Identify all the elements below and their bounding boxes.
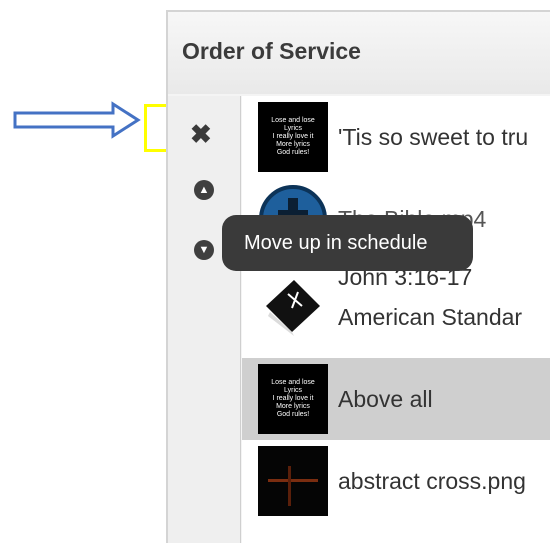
- order-of-service-panel: Order of Service Lose and lose Lyrics I …: [166, 10, 550, 543]
- item-label: abstract cross.png: [338, 468, 526, 494]
- item-sublabel: American Standar: [338, 304, 523, 330]
- move-down-button[interactable]: ▼: [194, 240, 214, 260]
- service-list: Lose and lose Lyrics I really love it Mo…: [242, 96, 550, 543]
- lyrics-thumbnail: Lose and lose Lyrics I really love it Mo…: [258, 102, 328, 172]
- remove-button[interactable]: ✖: [190, 119, 212, 150]
- list-item-selected[interactable]: Lose and lose Lyrics I really love it Mo…: [242, 358, 550, 440]
- lyrics-thumbnail: Lose and lose Lyrics I really love it Mo…: [258, 364, 328, 434]
- image-thumbnail: [258, 446, 328, 516]
- panel-title: Order of Service: [182, 38, 361, 64]
- bible-icon: [266, 280, 320, 336]
- list-item[interactable]: Lose and lose Lyrics I really love it Mo…: [242, 96, 550, 178]
- list-item[interactable]: abstract cross.png: [242, 440, 550, 522]
- controls-column: [168, 96, 241, 543]
- annotation-arrow: [13, 101, 141, 139]
- item-label: Above all: [338, 386, 433, 412]
- panel-header: Order of Service: [168, 12, 550, 94]
- item-label: 'Tis so sweet to tru: [338, 124, 529, 150]
- move-up-button[interactable]: ▲: [194, 180, 214, 200]
- list-item[interactable]: John 3:16-17 American Standar: [242, 260, 550, 346]
- tooltip: Move up in schedule: [222, 215, 473, 271]
